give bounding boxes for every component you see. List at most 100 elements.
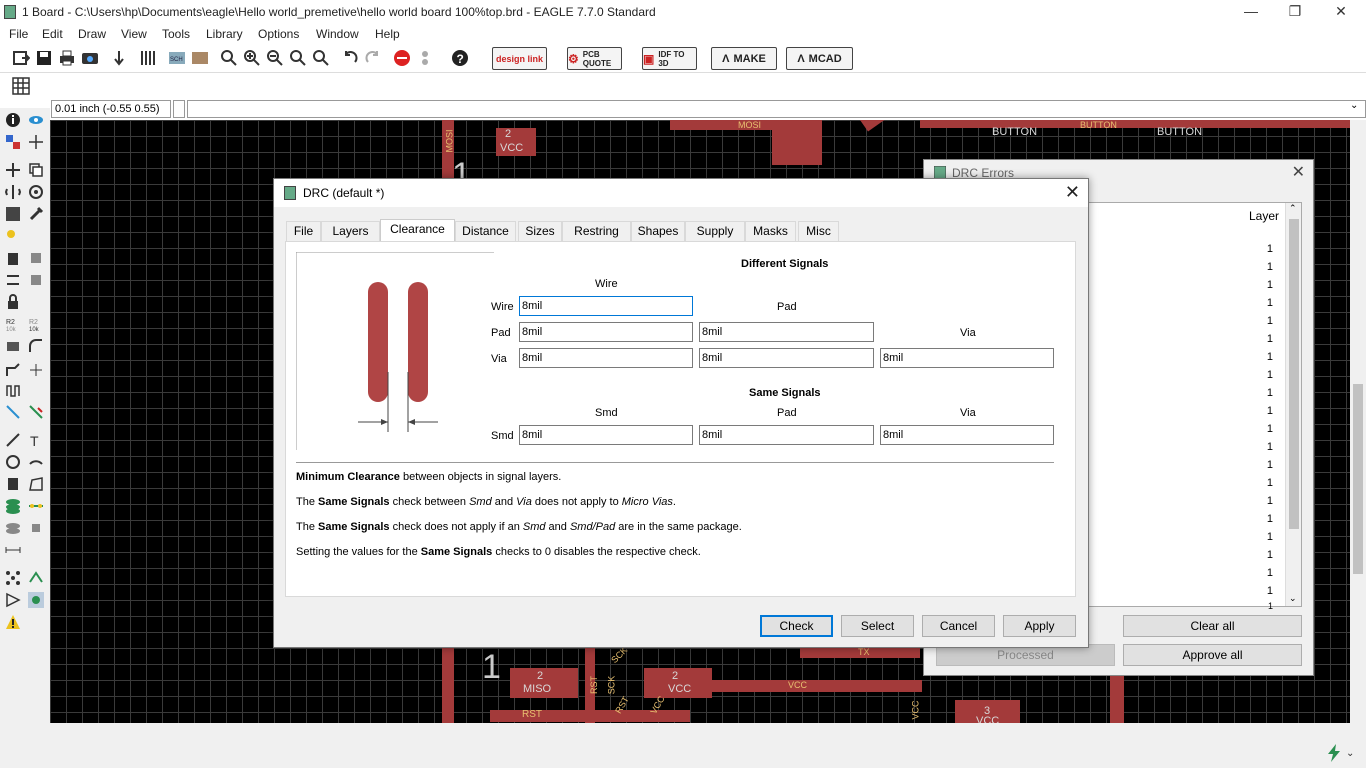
stop-icon[interactable]: [393, 49, 411, 67]
circle-icon[interactable]: [5, 454, 21, 470]
tab-shapes[interactable]: Shapes: [631, 221, 685, 241]
ratsnest-icon[interactable]: [5, 570, 21, 586]
error-row-layer[interactable]: 1: [1267, 369, 1273, 381]
display-icon[interactable]: [5, 134, 21, 150]
arc-icon[interactable]: [28, 454, 44, 470]
rect-icon[interactable]: [5, 476, 21, 492]
undo-icon[interactable]: [341, 49, 359, 67]
signal-icon[interactable]: [28, 498, 44, 514]
design-link-button[interactable]: design link: [492, 47, 547, 70]
apply-button[interactable]: Apply: [1003, 615, 1076, 637]
error-row-layer[interactable]: 1: [1267, 297, 1273, 309]
canvas-vertical-scrollbar[interactable]: [1350, 120, 1366, 723]
polygon-icon[interactable]: [28, 476, 44, 492]
via-via-input[interactable]: 8mil: [880, 348, 1054, 368]
error-row-layer[interactable]: 1: [1267, 351, 1273, 363]
smash-icon[interactable]: [5, 338, 21, 354]
name-icon[interactable]: R210k: [5, 316, 21, 332]
error-row-layer[interactable]: 1: [1267, 261, 1273, 273]
drc-errors-list[interactable]: Layer 1 1 1 1 1 1 1 1 1 1 1 1 1 1 1 1 1 …: [1088, 202, 1302, 611]
grid-icon[interactable]: [12, 77, 30, 95]
tab-supply[interactable]: Supply: [685, 221, 745, 241]
command-line-input[interactable]: [187, 100, 1366, 118]
optimize-icon[interactable]: [28, 362, 44, 378]
tab-distance[interactable]: Distance: [455, 221, 516, 241]
pad-wire-input[interactable]: 8mil: [519, 322, 693, 342]
zoom-fit-icon[interactable]: [220, 49, 238, 67]
error-row-layer[interactable]: 1: [1267, 405, 1273, 417]
vertical-scroll-thumb[interactable]: [1353, 384, 1363, 574]
errors-warning-icon[interactable]: [5, 614, 21, 630]
attribute-icon[interactable]: [28, 520, 44, 536]
canvas-horizontal-scrollbar[interactable]: [50, 723, 1350, 740]
error-row-layer[interactable]: 1: [1267, 477, 1273, 489]
drc-dialog-close-icon[interactable]: ✕: [1065, 182, 1080, 203]
menu-options[interactable]: Options: [258, 27, 299, 41]
errors-scroll-thumb[interactable]: [1289, 219, 1299, 529]
error-row-layer[interactable]: 1: [1268, 601, 1273, 611]
ripup-icon[interactable]: [28, 404, 44, 420]
restore-button[interactable]: ❐: [1272, 0, 1318, 24]
split-icon[interactable]: [5, 362, 21, 378]
menu-tools[interactable]: Tools: [162, 27, 190, 41]
rotate-icon[interactable]: [28, 184, 44, 200]
replace-icon[interactable]: [5, 272, 21, 288]
tab-restring[interactable]: Restring: [562, 221, 631, 241]
dimension-icon[interactable]: [5, 542, 21, 558]
via-wire-input[interactable]: 8mil: [519, 348, 693, 368]
approve-all-button[interactable]: Approve all: [1123, 644, 1302, 666]
schematic-icon[interactable]: SCH: [168, 49, 186, 67]
status-chevron-icon[interactable]: ⌄: [1346, 748, 1354, 759]
errors-scroll-down-icon[interactable]: ⌄: [1289, 593, 1297, 604]
mcad-button[interactable]: Ʌ MCAD: [786, 47, 853, 70]
close-button[interactable]: ✕: [1318, 0, 1364, 24]
erc-icon[interactable]: [5, 592, 21, 608]
errors-scroll-up-icon[interactable]: ⌃: [1289, 203, 1297, 214]
command-history-chevron-icon[interactable]: ⌄: [1350, 100, 1358, 111]
board-icon[interactable]: [191, 49, 209, 67]
delete-icon[interactable]: [5, 250, 21, 266]
menu-draw[interactable]: Draw: [78, 27, 106, 41]
tab-file[interactable]: File: [286, 221, 321, 241]
group-icon[interactable]: [5, 206, 21, 222]
redo-icon[interactable]: [364, 49, 382, 67]
error-row-layer[interactable]: 1: [1267, 279, 1273, 291]
menu-library[interactable]: Library: [206, 27, 243, 41]
help-icon[interactable]: ?: [451, 49, 469, 67]
zoom-select-icon[interactable]: [312, 49, 330, 67]
tab-sizes[interactable]: Sizes: [518, 221, 562, 241]
miter-icon[interactable]: [28, 338, 44, 354]
route-icon[interactable]: [5, 404, 21, 420]
error-row-layer[interactable]: 1: [1267, 513, 1273, 525]
lightning-icon[interactable]: [1326, 744, 1342, 762]
paste-icon[interactable]: [5, 228, 21, 244]
show-icon[interactable]: [28, 112, 44, 128]
tab-misc[interactable]: Misc: [798, 221, 839, 241]
cam-icon[interactable]: [81, 49, 99, 67]
hole-icon[interactable]: [5, 520, 21, 536]
coord-toggle[interactable]: [173, 100, 185, 118]
wire-icon[interactable]: [5, 432, 21, 448]
mark-icon[interactable]: [28, 134, 44, 150]
menu-edit[interactable]: Edit: [42, 27, 63, 41]
errors-column-layer[interactable]: Layer: [1249, 209, 1279, 223]
menu-help[interactable]: Help: [375, 27, 400, 41]
go-icon[interactable]: [416, 49, 434, 67]
info-icon[interactable]: [5, 112, 21, 128]
tab-masks[interactable]: Masks: [745, 221, 796, 241]
menu-view[interactable]: View: [121, 27, 147, 41]
lock-icon[interactable]: [5, 294, 21, 310]
value-icon[interactable]: R210k: [28, 316, 44, 332]
move-icon[interactable]: [5, 162, 21, 178]
mirror-icon[interactable]: [5, 184, 21, 200]
error-row-layer[interactable]: 1: [1267, 243, 1273, 255]
make-button[interactable]: Ʌ MAKE: [711, 47, 777, 70]
error-row-layer[interactable]: 1: [1267, 333, 1273, 345]
wire-wire-input[interactable]: 8mil: [519, 296, 693, 316]
check-button[interactable]: Check: [760, 615, 833, 637]
error-row-layer[interactable]: 1: [1267, 549, 1273, 561]
zoom-redraw-icon[interactable]: [289, 49, 307, 67]
copy-icon[interactable]: [28, 162, 44, 178]
zoom-in-icon[interactable]: [243, 49, 261, 67]
error-row-layer[interactable]: 1: [1267, 567, 1273, 579]
